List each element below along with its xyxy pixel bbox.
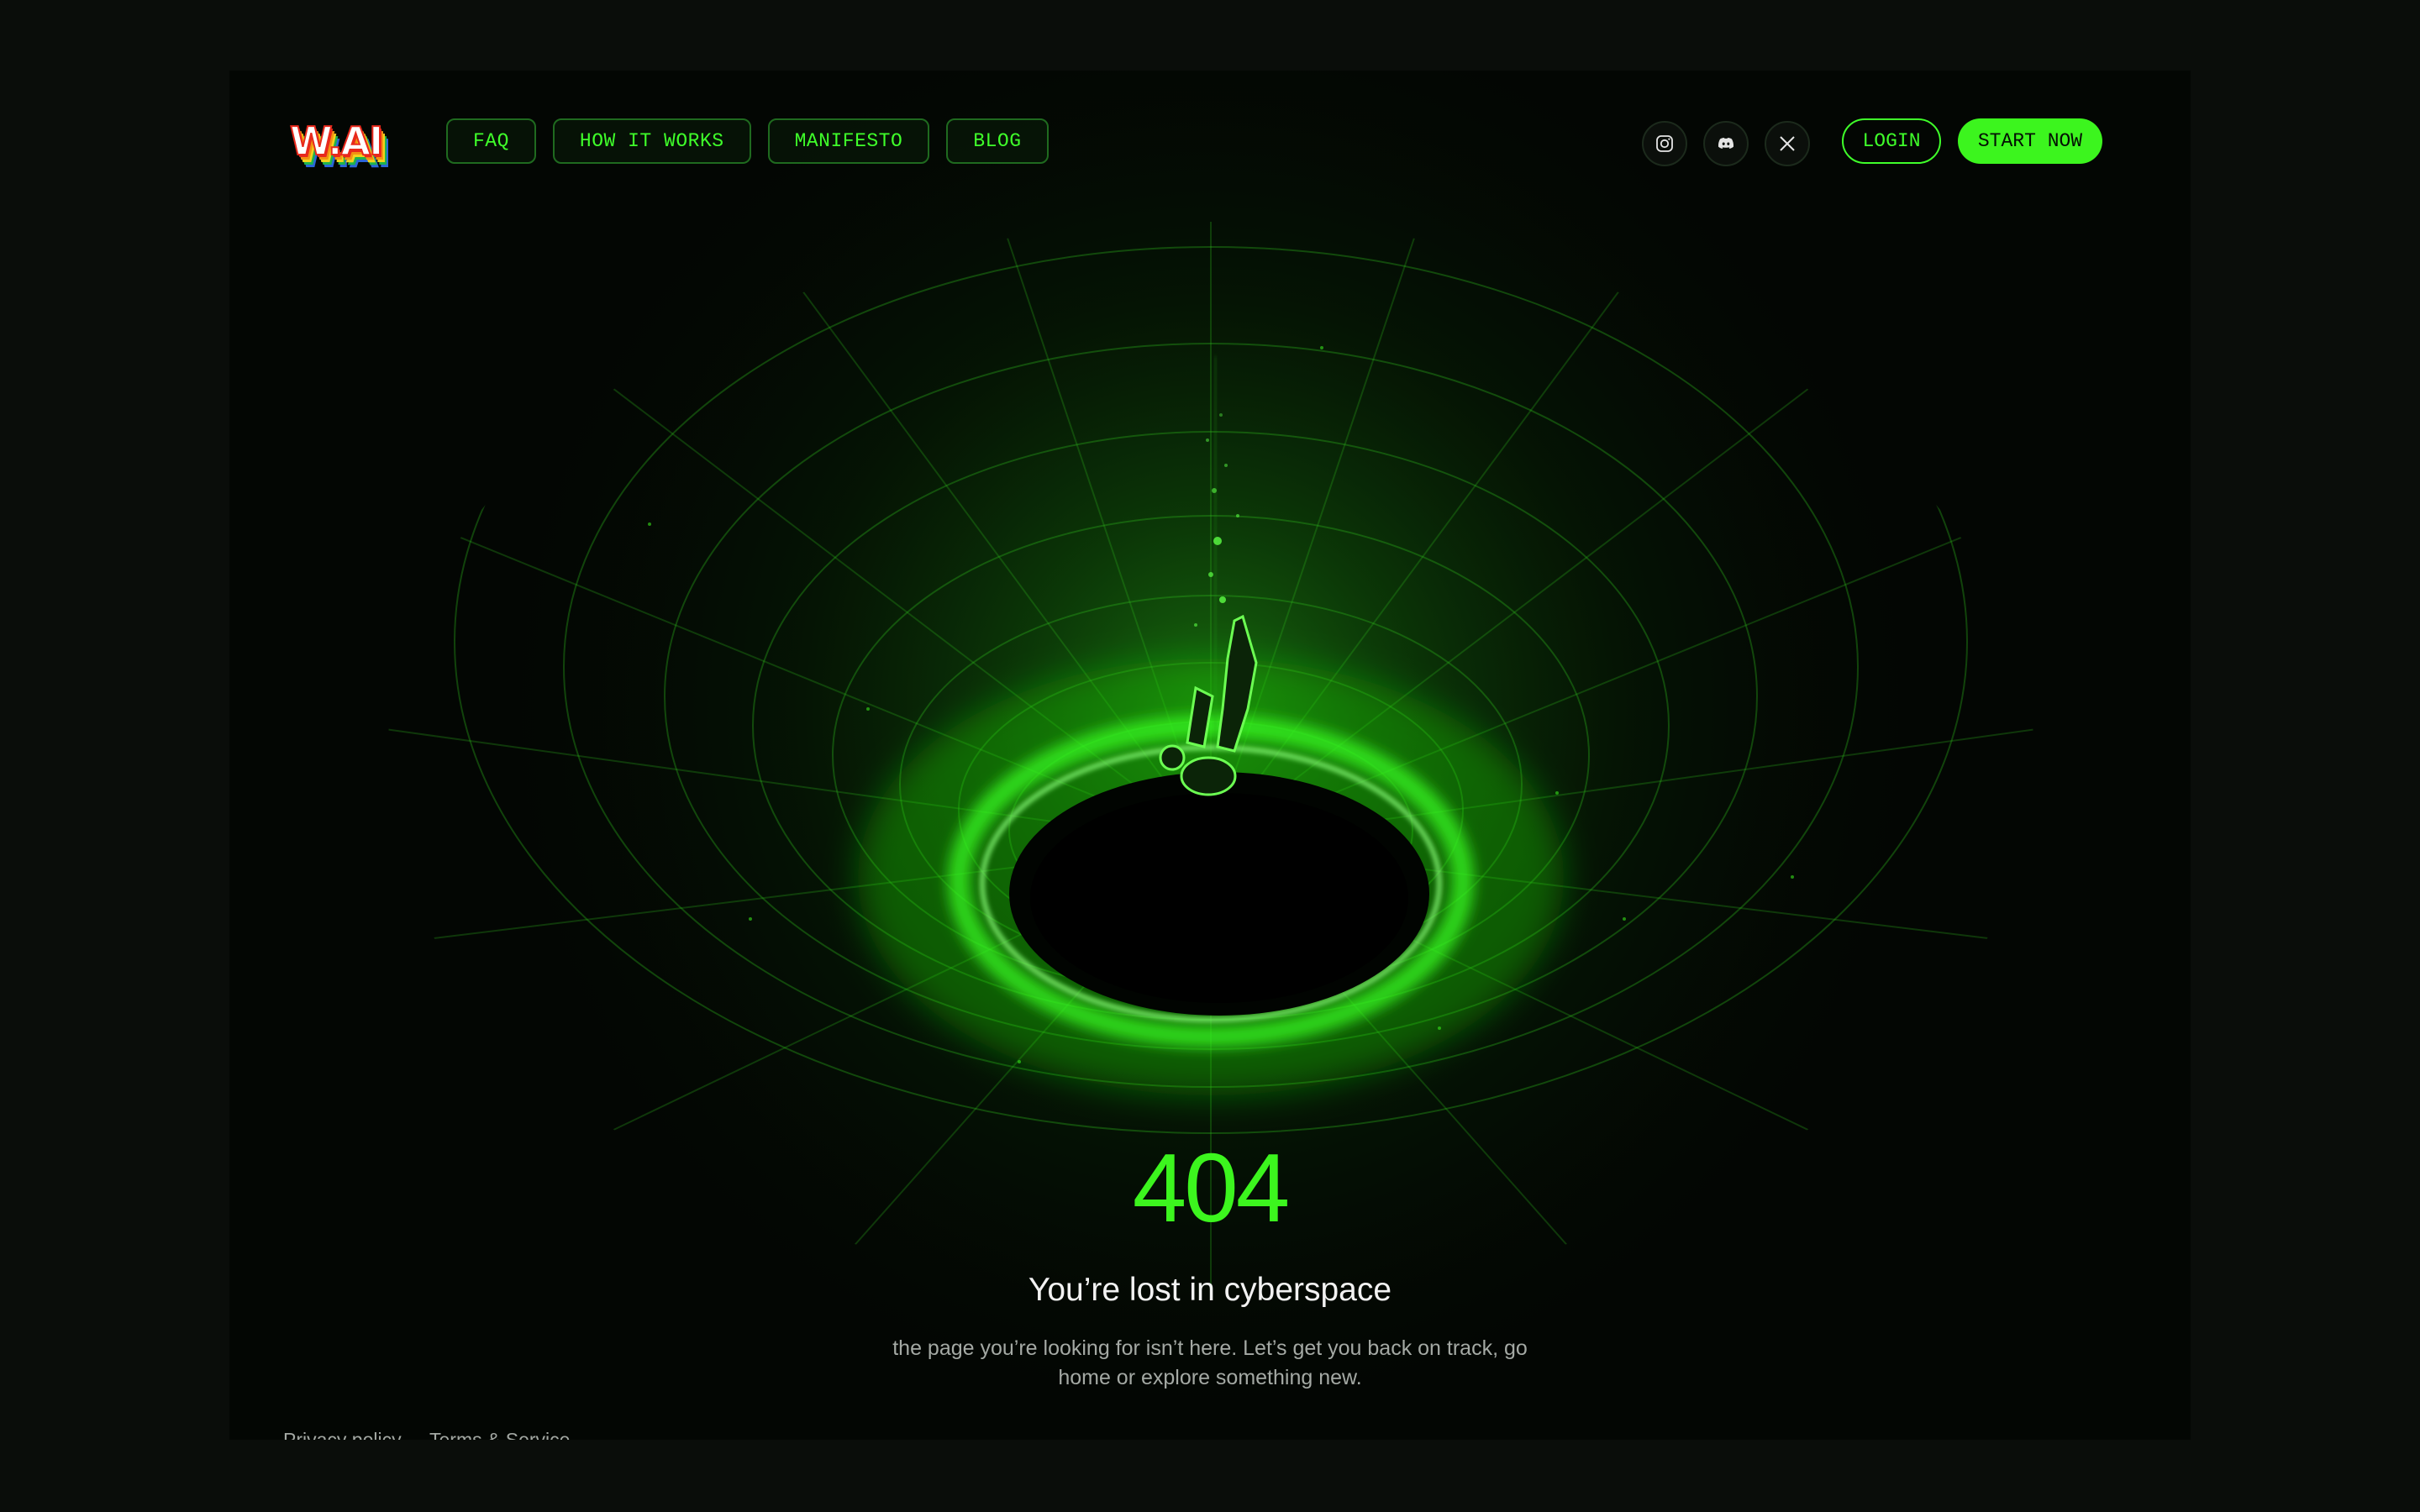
error-code: 404 [1132,1133,1291,1242]
nav-blog-button[interactable]: BLOG [946,118,1049,164]
falling-figure [1159,614,1258,796]
nav-faq-button[interactable]: FAQ [446,118,536,164]
instagram-icon [1656,135,1673,152]
nav-how-it-works-button[interactable]: HOW IT WORKS [552,118,751,164]
page-frame: W.AI W.AI W.AI W.AI W.AI W.AI FAQ HOW IT… [229,71,2191,1440]
logo-text: W.AI [289,118,384,165]
privacy-policy-link[interactable]: Privacy policy [283,1427,402,1440]
start-now-button[interactable]: START NOW [1958,118,2102,164]
main-nav: FAQ HOW IT WORKS MANIFESTO BLOG [446,118,1049,164]
error-headline: You’re lost in cyberspace [1028,1272,1392,1308]
x-button[interactable] [1765,121,1810,166]
sparkles [648,346,1794,1063]
brand-logo[interactable]: W.AI W.AI W.AI W.AI W.AI W.AI [289,114,409,176]
terms-of-service-link[interactable]: Terms & Service [429,1427,570,1440]
grid-rings [454,222,1968,1134]
error-description: the page you’re looking for isn’t here. … [892,1336,1528,1389]
login-button[interactable]: LOGIN [1842,118,1941,164]
discord-icon [1718,138,1734,149]
nav-manifesto-button[interactable]: MANIFESTO [767,118,930,164]
discord-button[interactable] [1703,121,1749,166]
particle-stream [1194,356,1239,759]
instagram-button[interactable] [1642,121,1687,166]
x-icon [1780,136,1795,151]
